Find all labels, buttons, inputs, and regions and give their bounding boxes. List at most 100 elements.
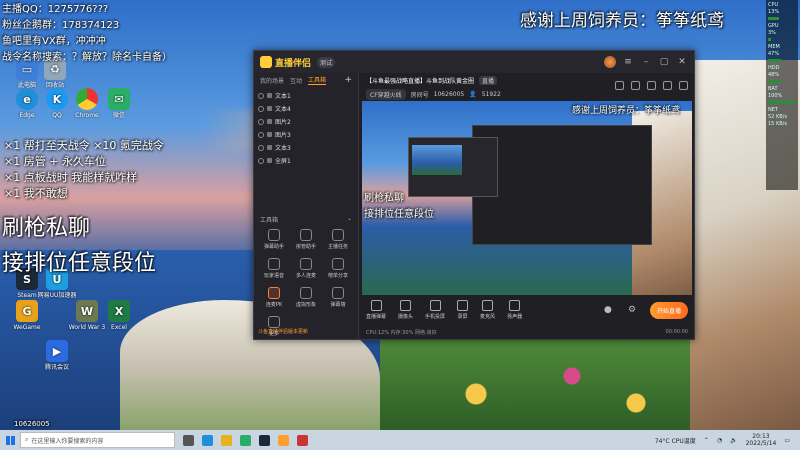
- settings-gear-icon[interactable]: ⚙: [626, 304, 638, 316]
- stream-meta: CF穿越火线 房间号 10626005 👤 51922: [366, 89, 688, 100]
- tool-rank-share[interactable]: 榜单分享: [322, 258, 354, 279]
- minimize-icon[interactable]: –: [640, 56, 652, 68]
- tool-player-voice[interactable]: 玩家语音: [258, 258, 290, 279]
- user-avatar[interactable]: [604, 56, 616, 68]
- chrome-icon: [76, 88, 98, 110]
- camera-icon: [400, 300, 412, 311]
- tool-danmu-helper[interactable]: 弹幕助手: [258, 229, 290, 250]
- category-button[interactable]: CF穿越火线: [366, 89, 406, 100]
- app-taskbar-icon[interactable]: [297, 434, 308, 446]
- desktop-icon-wegame[interactable]: G WeGame: [4, 300, 50, 331]
- settings-icon[interactable]: [663, 81, 672, 90]
- scene-item[interactable]: 文本1: [258, 89, 354, 102]
- left-panel: 我的场景 互动 工具箱 + 文本1 文本4 图片2 图片3 文本3 全屏1 工具…: [254, 73, 359, 339]
- phone-cast-button[interactable]: 手机投屏: [425, 300, 445, 320]
- scene-item[interactable]: 文本4: [258, 102, 354, 115]
- lock-icon[interactable]: [267, 145, 272, 150]
- eye-icon[interactable]: [258, 118, 264, 125]
- tool-streamer-tasks[interactable]: 主播任务: [322, 229, 354, 250]
- taskbar: ⌕ 在这里输入你要搜索的内容 74°C CPU温度 ⌃ ◔ 🔈 20:13 20…: [0, 430, 800, 450]
- desktop-icon-wechat[interactable]: ✉ 微信: [96, 88, 142, 119]
- eye-icon[interactable]: [258, 105, 264, 112]
- pinned-apps: [183, 434, 308, 446]
- volume-icon[interactable]: 🔈: [730, 437, 737, 444]
- microphone-icon: [482, 300, 494, 311]
- toolbox-collapse-icon[interactable]: ⌄: [347, 215, 352, 224]
- camera-button[interactable]: 摄像头: [398, 300, 413, 320]
- wall-icon: [332, 287, 344, 299]
- tab-toolbox[interactable]: 工具箱: [308, 75, 327, 85]
- start-button[interactable]: [0, 430, 20, 450]
- streaming-app-taskbar-icon[interactable]: [278, 434, 289, 446]
- wechat-taskbar-icon[interactable]: [240, 434, 251, 446]
- tab-interaction[interactable]: 互动: [290, 76, 302, 85]
- eye-icon[interactable]: [258, 157, 264, 164]
- eye-icon[interactable]: [258, 92, 264, 99]
- tool-danmu-wall[interactable]: 弹幕墙: [322, 287, 354, 308]
- battery-bar: [768, 101, 796, 104]
- desktop-icon-excel[interactable]: X Excel: [96, 300, 142, 331]
- menu-icon[interactable]: ≡: [622, 56, 634, 68]
- steam-taskbar-icon[interactable]: [259, 434, 270, 446]
- stream-title[interactable]: 【斗鱼最强战略直播】斗鱼到战队黄金圈: [366, 78, 474, 85]
- tool-pk[interactable]: 连麦PK: [258, 287, 290, 308]
- lock-icon[interactable]: [267, 132, 272, 137]
- scene-item[interactable]: 全屏1: [258, 154, 354, 167]
- task-view-icon[interactable]: [183, 434, 194, 446]
- scene-item[interactable]: 文本3: [258, 141, 354, 154]
- explorer-icon[interactable]: [221, 434, 232, 446]
- hdd-bar: [768, 80, 782, 83]
- excel-icon: X: [108, 300, 130, 322]
- danmu-button[interactable]: 直播弹幕: [366, 300, 386, 320]
- stream-preview[interactable]: 感谢上周饲养员：筝筝纸鸢 刷枪私聊 接排位任意段位: [362, 101, 692, 309]
- group-icon: [300, 258, 312, 270]
- app-titlebar[interactable]: 直播伴侣 测试 ≡ – ▢ ✕: [254, 51, 694, 73]
- speaker-icon: [509, 300, 521, 311]
- tab-scenes[interactable]: 我的场景: [260, 76, 284, 85]
- avatar-icon: [300, 287, 312, 299]
- version-badge: 测试: [317, 56, 336, 68]
- edge-taskbar-icon[interactable]: [202, 434, 213, 446]
- gpu-bar: [768, 38, 771, 41]
- tool-room-admin[interactable]: 房管助手: [290, 229, 322, 250]
- desktop-icon-meeting[interactable]: ▶ 腾讯会议: [34, 340, 80, 371]
- go-live-button[interactable]: 开始直播: [649, 301, 688, 319]
- mic-button[interactable]: 麦克风: [480, 300, 495, 320]
- eye-icon[interactable]: [258, 131, 264, 138]
- streaming-app-window[interactable]: 直播伴侣 测试 ≡ – ▢ ✕ 我的场景 互动 工具箱 + 文本1 文本4 图片…: [253, 50, 695, 340]
- share-icon[interactable]: [679, 81, 688, 90]
- lock-icon[interactable]: [267, 106, 272, 111]
- add-scene-icon[interactable]: +: [344, 75, 352, 85]
- tool-avatar[interactable]: 虚拟形象: [290, 287, 322, 308]
- eye-icon[interactable]: [258, 144, 264, 151]
- cpu-temp: 74°C CPU温度: [654, 437, 696, 445]
- system-tray: 74°C CPU温度 ⌃ ◔ 🔈 20:13 2022/5/14 ▭: [655, 433, 800, 447]
- top-icon-row: [615, 81, 688, 90]
- lock-icon[interactable]: [267, 158, 272, 163]
- speaker-button[interactable]: 扬声器: [507, 300, 522, 320]
- tray-arrow-icon[interactable]: ⌃: [704, 437, 709, 444]
- screen-record-button[interactable]: 录屏: [457, 300, 469, 320]
- hardware-monitor: CPU 13% GPU 3% MEM 47% HDD 48% BAT 100% NET 52…: [766, 0, 798, 190]
- clock[interactable]: 20:13 2022/5/14: [746, 433, 777, 447]
- meeting-icon: ▶: [46, 340, 68, 362]
- network-icon[interactable]: ◔: [717, 437, 722, 444]
- close-icon[interactable]: ✕: [676, 56, 688, 68]
- maximize-icon[interactable]: ▢: [658, 56, 670, 68]
- voice-icon: [268, 258, 280, 270]
- update-notice[interactable]: 斗鱼直播伴侣版本更新: [258, 328, 354, 335]
- scene-item[interactable]: 图片3: [258, 128, 354, 141]
- lock-icon[interactable]: [615, 81, 624, 90]
- lock-icon[interactable]: [267, 119, 272, 124]
- record-icon[interactable]: ●: [602, 304, 614, 316]
- taskbar-search[interactable]: ⌕ 在这里输入你要搜索的内容: [20, 432, 175, 448]
- scene-item[interactable]: 图片2: [258, 115, 354, 128]
- lock-icon[interactable]: [267, 93, 272, 98]
- preview-nested-scene: [412, 145, 462, 175]
- more-icon: [268, 316, 280, 328]
- notification-icon[interactable]: ▭: [784, 437, 790, 444]
- cpu-bar: [768, 17, 780, 20]
- grid-icon[interactable]: [631, 81, 640, 90]
- tool-multi-mic[interactable]: 多人连麦: [290, 258, 322, 279]
- gift-icon[interactable]: [647, 81, 656, 90]
